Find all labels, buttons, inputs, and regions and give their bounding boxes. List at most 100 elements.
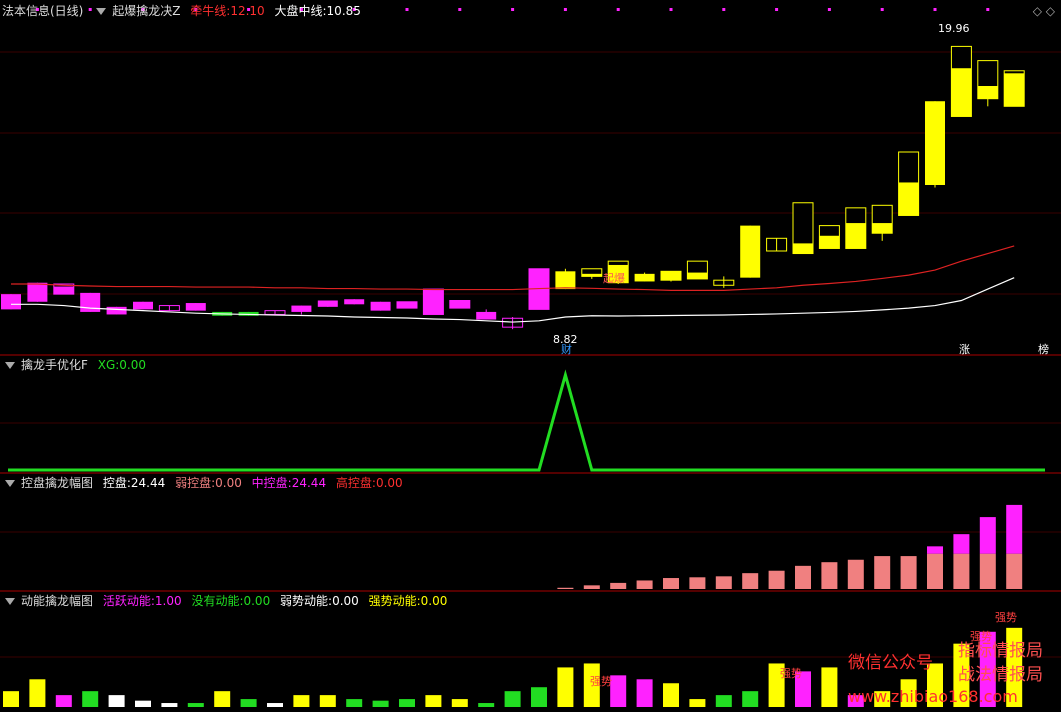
zhang-label: 涨 — [959, 343, 970, 356]
high-price-label: 19.96 — [938, 22, 970, 35]
control-bar-mid — [663, 578, 679, 589]
stock-title: 法本信息(日线) — [2, 4, 84, 18]
top-marker-dot — [511, 8, 515, 11]
panel2-header: 擒龙手优化F XG:0.00 — [2, 355, 152, 375]
high-value: 0.00 — [375, 476, 403, 490]
candle-body — [661, 271, 681, 281]
control-bar-high — [979, 517, 996, 554]
candlestick-panel — [1, 45, 1025, 330]
active-value: 1.00 — [154, 594, 182, 608]
control-bar-mid — [927, 553, 943, 589]
xg-label: XG: — [97, 358, 120, 372]
candle-body — [423, 289, 444, 315]
control-bar-mid — [847, 559, 864, 589]
bull-label: 牵牛线: — [190, 4, 231, 18]
chevron-down-icon[interactable] — [5, 362, 15, 369]
qiangshi-label: 强势 — [995, 611, 1017, 624]
momentum-bar — [372, 700, 389, 707]
control-bar-high — [1006, 504, 1023, 554]
candle-body — [133, 301, 153, 310]
market-label: 大盘中线: — [274, 4, 327, 18]
momentum-bar — [715, 695, 732, 707]
momentum-bar — [214, 691, 231, 707]
qiangshi-label: 强势 — [590, 675, 612, 688]
watermark-line1: 微信公众号 — [848, 653, 933, 673]
control-bar-mid — [768, 570, 785, 589]
control-bar-mid — [583, 585, 600, 589]
qiangshi-label: 强势 — [780, 667, 802, 680]
candle-body — [1, 294, 21, 310]
weak-value: 0.00 — [215, 476, 242, 490]
indicator-name[interactable]: 起爆擒龙决Z — [112, 4, 180, 18]
momentum-bar — [451, 699, 468, 707]
active-label: 活跃动能: — [102, 594, 155, 608]
momentum-bar — [425, 695, 442, 707]
candle-body — [555, 271, 576, 290]
weak-momentum-value: 0.00 — [332, 594, 359, 608]
momentum-bar — [742, 691, 759, 707]
candle-body — [687, 272, 708, 279]
panel3-name[interactable]: 控盘擒龙幅图 — [21, 476, 93, 490]
none-label: 没有动能: — [191, 594, 244, 608]
control-bar-mid — [689, 577, 706, 589]
momentum-bar — [135, 700, 151, 707]
k-value: 24.44 — [130, 476, 166, 490]
bull-value: 12.10 — [230, 4, 265, 18]
panel2-name[interactable]: 擒龙手优化F — [21, 358, 88, 372]
momentum-bar — [187, 703, 204, 707]
candle-body — [449, 300, 470, 309]
candle-body — [819, 235, 840, 249]
top-marker-dot — [933, 8, 937, 11]
momentum-bar — [346, 699, 363, 707]
k-label: 控盘: — [102, 476, 131, 490]
candle-body — [291, 305, 312, 312]
candle-body — [1004, 73, 1025, 107]
watermark-line2b: 战法情报局 — [958, 665, 1043, 685]
candle-body — [977, 86, 998, 99]
momentum-bar — [267, 703, 283, 707]
chevron-down-icon[interactable] — [96, 8, 107, 15]
chevron-down-icon[interactable] — [5, 598, 15, 605]
candle-body — [634, 273, 655, 282]
momentum-bar — [478, 703, 495, 707]
candle-body — [106, 306, 127, 315]
candle-body — [581, 273, 602, 277]
none-value: 0.00 — [243, 594, 271, 608]
top-marker-dot — [775, 8, 779, 11]
top-marker-dot — [722, 8, 726, 11]
top-marker-dot — [669, 8, 673, 11]
candle-body — [370, 301, 391, 311]
panel3-header: 控盘擒龙幅图 控盘:24.44 弱控盘:0.00 中控盘:24.44 高控盘:0… — [2, 473, 409, 493]
panel4-name[interactable]: 动能擒龙幅图 — [21, 594, 93, 608]
top-marker-dot — [986, 8, 990, 11]
panel4-header: 动能擒龙幅图 活跃动能:1.00 没有动能:0.00 弱势动能:0.00 强势动… — [2, 591, 453, 611]
candle-body — [740, 225, 761, 278]
control-bar-high — [927, 546, 943, 554]
momentum-bar — [240, 699, 257, 707]
momentum-bar — [610, 675, 627, 707]
control-bar-mid — [953, 553, 970, 589]
momentum-bar — [161, 703, 178, 707]
watermark-url: www.zhibiao168.com — [848, 687, 1018, 706]
candle-body — [185, 303, 206, 311]
xg-value: 0.00 — [119, 358, 147, 372]
momentum-bar — [636, 679, 653, 707]
top-marker-dot — [405, 8, 409, 11]
momentum-bar — [821, 667, 838, 707]
momentum-bar — [663, 683, 679, 707]
mid-value: 24.44 — [291, 476, 327, 490]
momentum-bar — [293, 695, 310, 707]
bang-label: 榜 — [1038, 342, 1049, 356]
momentum-bar — [55, 695, 72, 707]
momentum-bar — [531, 687, 547, 707]
top-marker-dot — [616, 8, 620, 11]
weak-momentum-label: 弱势动能: — [280, 594, 333, 608]
candle-body — [317, 300, 338, 307]
diamond-icon[interactable]: ◇ ◇ — [1033, 4, 1055, 18]
chevron-down-icon[interactable] — [5, 480, 15, 487]
top-marker-dot — [827, 8, 831, 11]
candle-body — [951, 68, 972, 117]
control-bar-mid — [979, 553, 996, 589]
strong-value: 0.00 — [420, 594, 448, 608]
momentum-bar — [82, 691, 99, 707]
